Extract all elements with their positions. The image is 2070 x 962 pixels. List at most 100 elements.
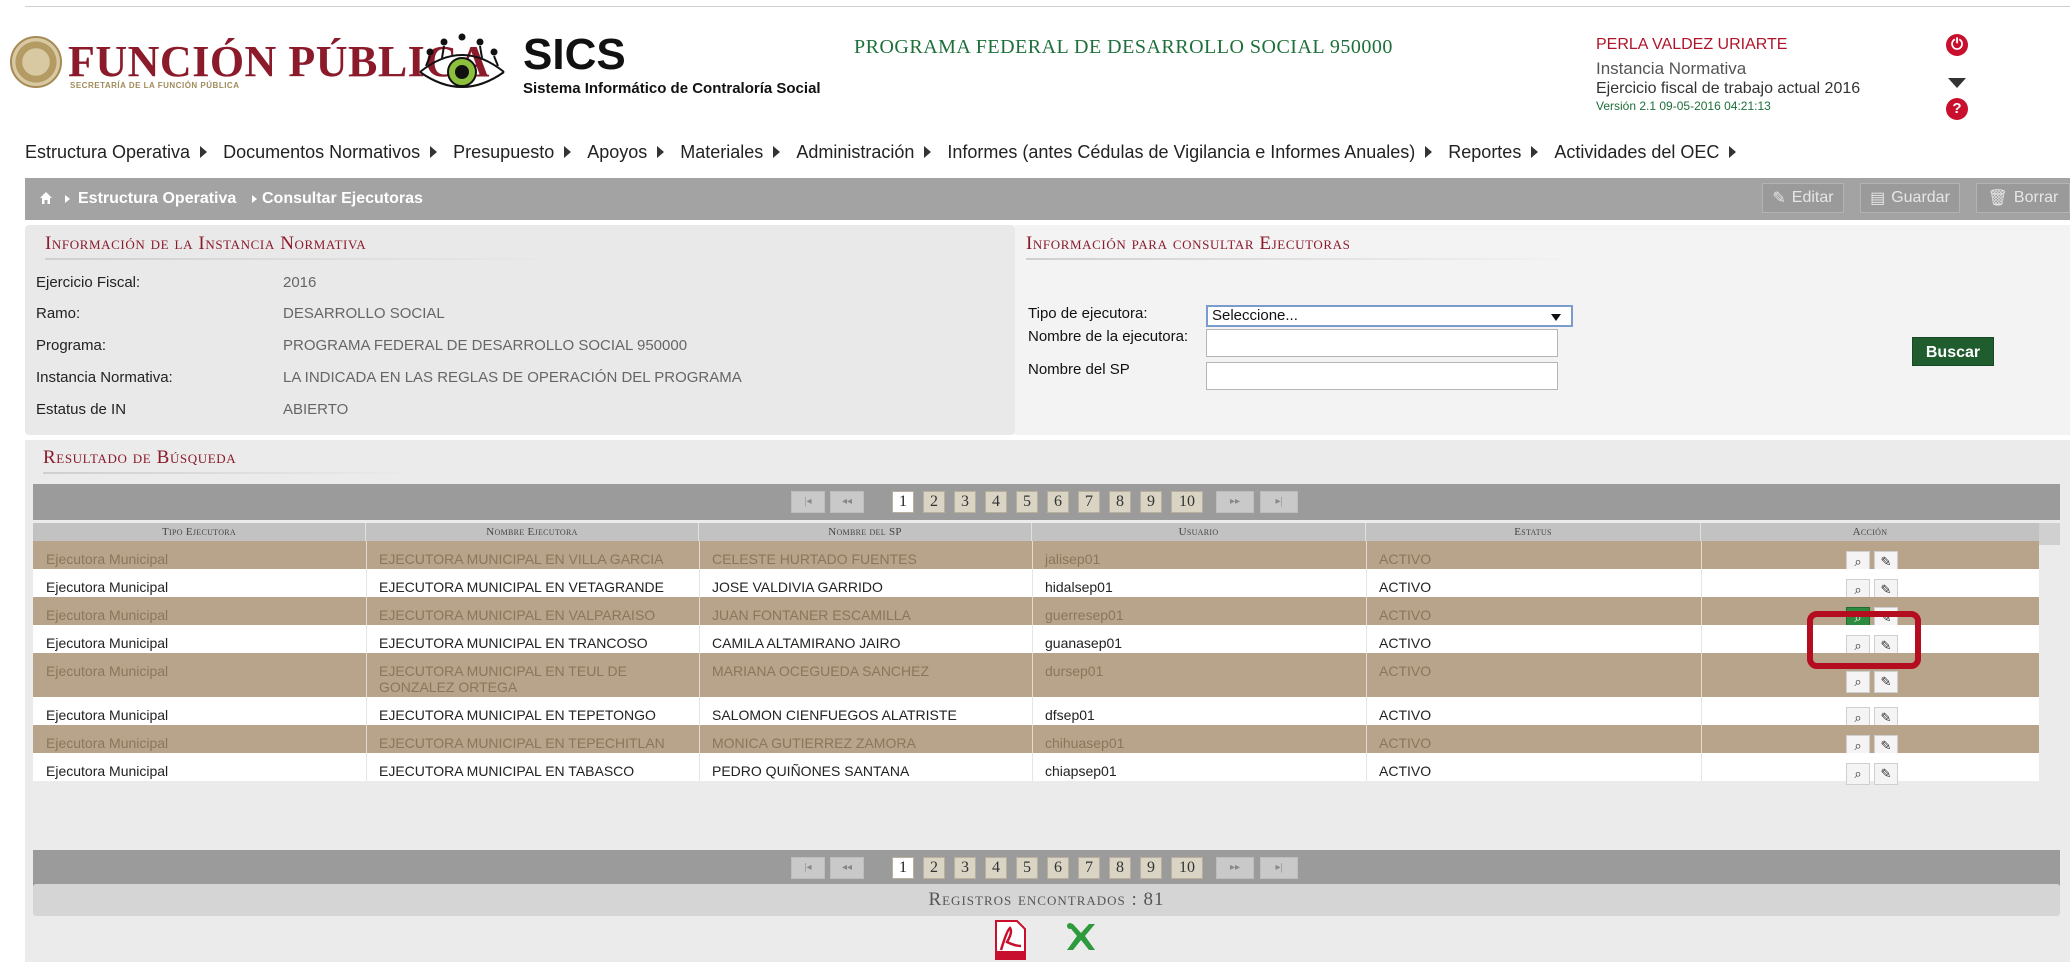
caret-down-icon[interactable] <box>1948 78 1966 88</box>
scrollbar[interactable] <box>2039 523 2060 545</box>
column-divider <box>1032 653 1033 697</box>
menu-materiales[interactable]: Materiales <box>680 142 781 163</box>
column-header-nombre[interactable]: Nombre Ejecutora <box>366 523 699 541</box>
pdf-export-icon[interactable] <box>993 920 1027 960</box>
cell-estatus: ACTIVO <box>1379 735 1432 751</box>
column-divider <box>1032 697 1033 725</box>
page-4-button[interactable]: 4 <box>985 857 1007 879</box>
column-divider <box>1366 569 1367 597</box>
page-3-button[interactable]: 3 <box>954 857 976 879</box>
menu-informes[interactable]: Informes (antes Cédulas de Vigilancia e … <box>947 142 1433 163</box>
column-divider <box>699 753 700 781</box>
chevron-right-icon <box>1729 146 1737 158</box>
edit-pencil-icon[interactable]: ✎ <box>1874 671 1898 693</box>
page-4-button[interactable]: 4 <box>985 491 1007 513</box>
cell-sp: CELESTE HURTADO FUENTES <box>712 551 917 567</box>
power-icon[interactable]: ⏻ <box>1946 34 1968 56</box>
view-search-icon[interactable]: ⌕ <box>1846 763 1870 785</box>
menu-label: Documentos Normativos <box>223 141 421 162</box>
nombre-ejecutora-input[interactable] <box>1206 329 1558 357</box>
page-7-button[interactable]: 7 <box>1078 491 1100 513</box>
table-row[interactable]: Ejecutora Municipal EJECUTORA MUNICIPAL E… <box>33 597 2039 629</box>
edit-button[interactable]: ✎ Editar <box>1762 183 1844 213</box>
pencil-icon: ✎ <box>1772 190 1786 207</box>
column-header-accion: Acción <box>1852 526 1888 538</box>
menu-documentos-normativos[interactable]: Documentos Normativos <box>223 141 438 163</box>
page-10-button[interactable]: 10 <box>1171 857 1203 879</box>
tipo-ejecutora-select[interactable]: Seleccione... <box>1206 305 1573 327</box>
home-icon[interactable] <box>39 191 53 205</box>
last-page-button[interactable]: ▸| <box>1260 857 1298 879</box>
version-info: Versión 2.1 09-05-2016 04:21:13 <box>1596 99 1771 113</box>
next-page-button[interactable]: ▸▸ <box>1216 491 1254 513</box>
table-row[interactable]: Ejecutora Municipal EJECUTORA MUNICIPAL E… <box>33 541 2039 573</box>
cell-sp: JOSE VALDIVIA GARRIDO <box>712 579 883 595</box>
column-divider <box>699 541 700 569</box>
column-header-estatus[interactable]: Estatus <box>1366 523 1701 541</box>
view-search-icon[interactable]: ⌕ <box>1846 671 1870 693</box>
cell-usuario: dursep01 <box>1045 663 1104 679</box>
page-9-button[interactable]: 9 <box>1140 491 1162 513</box>
page-7-button[interactable]: 7 <box>1078 857 1100 879</box>
page-6-button[interactable]: 6 <box>1047 857 1069 879</box>
pager-bottom: |◂ ◂◂ 1 2 3 4 5 6 7 8 9 10 ▸▸ ▸| <box>33 850 2060 886</box>
menu-reportes[interactable]: Reportes <box>1448 142 1539 163</box>
menu-estructura-operativa[interactable]: Estructura Operativa <box>25 142 208 163</box>
nombre-sp-input[interactable] <box>1206 362 1558 390</box>
page-8-button[interactable]: 8 <box>1109 491 1131 513</box>
cell-nombre: EJECUTORA MUNICIPAL EN VILLA GARCIA <box>379 551 664 567</box>
fiscal-year: Ejercicio fiscal de trabajo actual 2016 <box>1596 80 1861 97</box>
table-row[interactable]: Ejecutora Municipal EJECUTORA MUNICIPAL E… <box>33 725 2039 757</box>
edit-pencil-icon[interactable]: ✎ <box>1874 763 1898 785</box>
title-underline <box>43 472 423 474</box>
menu-presupuesto[interactable]: Presupuesto <box>453 142 572 163</box>
first-page-button[interactable]: |◂ <box>791 491 825 513</box>
org-subtitle: SECRETARÍA DE LA FUNCIÓN PÚBLICA <box>70 81 240 90</box>
prev-page-button[interactable]: ◂◂ <box>830 491 864 513</box>
cell-estatus: ACTIVO <box>1379 579 1432 595</box>
page-8-button[interactable]: 8 <box>1109 857 1131 879</box>
consulta-panel: Información para consultar Ejecutoras Ti… <box>1015 225 2070 435</box>
cell-tipo: Ejecutora Municipal <box>46 707 169 723</box>
breadcrumb-estructura-operativa[interactable]: Estructura Operativa <box>78 190 236 208</box>
page-1-button[interactable]: 1 <box>892 857 914 879</box>
prev-page-button[interactable]: ◂◂ <box>830 857 864 879</box>
page-10-button[interactable]: 10 <box>1171 491 1203 513</box>
last-page-button[interactable]: ▸| <box>1260 491 1298 513</box>
table-row[interactable]: Ejecutora Municipal EJECUTORA MUNICIPAL E… <box>33 753 2039 785</box>
info-value-ramo: DESARROLLO SOCIAL <box>283 305 445 322</box>
page-2-button[interactable]: 2 <box>923 491 945 513</box>
page-3-button[interactable]: 3 <box>954 491 976 513</box>
next-page-button[interactable]: ▸▸ <box>1216 857 1254 879</box>
menu-actividades-oec[interactable]: Actividades del OEC <box>1554 142 1737 163</box>
column-divider <box>1032 625 1033 653</box>
table-row[interactable]: Ejecutora Municipal EJECUTORA MUNICIPAL E… <box>33 569 2039 601</box>
tipo-ejecutora-label: Tipo de ejecutora: <box>1028 305 1148 322</box>
save-button[interactable]: ▤ Guardar <box>1860 183 1960 213</box>
column-header-sp[interactable]: Nombre del SP <box>699 523 1032 541</box>
page-2-button[interactable]: 2 <box>923 857 945 879</box>
menu-apoyos[interactable]: Apoyos <box>587 142 665 163</box>
page-5-button[interactable]: 5 <box>1016 857 1038 879</box>
page-9-button[interactable]: 9 <box>1140 857 1162 879</box>
column-header-usuario[interactable]: Usuario <box>1032 523 1366 541</box>
table-row[interactable]: Ejecutora Municipal EJECUTORA MUNICIPAL E… <box>33 625 2039 657</box>
column-divider <box>1701 697 1702 725</box>
column-header-tipo[interactable]: Tipo Ejecutora <box>33 523 366 541</box>
column-divider <box>1366 625 1367 653</box>
excel-export-icon[interactable] <box>1063 920 1099 954</box>
buscar-button[interactable]: Buscar <box>1912 337 1994 366</box>
page-5-button[interactable]: 5 <box>1016 491 1038 513</box>
page-1-button[interactable]: 1 <box>892 491 914 513</box>
help-icon[interactable]: ? <box>1946 98 1968 120</box>
cell-nombre: EJECUTORA MUNICIPAL EN VALPARAISO <box>379 607 656 623</box>
page-6-button[interactable]: 6 <box>1047 491 1069 513</box>
first-page-button[interactable]: |◂ <box>791 857 825 879</box>
user-name[interactable]: PERLA VALDEZ URIARTE <box>1596 36 1787 54</box>
edit-label: Editar <box>1791 189 1834 206</box>
delete-button[interactable]: 🗑 Borrar <box>1976 183 2070 213</box>
cell-sp: MARIANA OCEGUEDA SANCHEZ <box>712 663 930 679</box>
menu-administracion[interactable]: Administración <box>796 142 932 163</box>
table-row[interactable]: Ejecutora Municipal EJECUTORA MUNICIPAL E… <box>33 697 2039 729</box>
table-row[interactable]: Ejecutora Municipal EJECUTORA MUNICIPAL E… <box>33 653 2039 697</box>
